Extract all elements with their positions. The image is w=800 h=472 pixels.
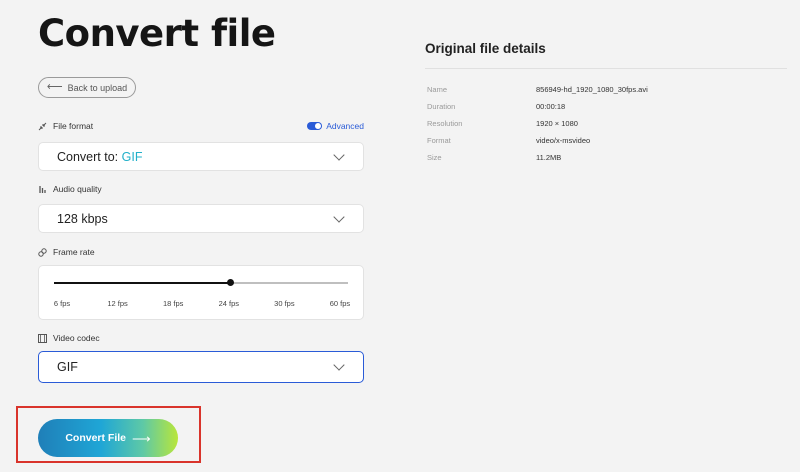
details-value: video/x-msvideo xyxy=(536,136,591,145)
frame-rate-option[interactable]: 24 fps xyxy=(212,299,246,308)
link-icon xyxy=(38,247,47,257)
details-key: Size xyxy=(427,153,442,162)
advanced-toggle-group[interactable]: Advanced xyxy=(307,121,364,131)
file-format-label-group: File format xyxy=(38,121,93,131)
details-value: 1920 × 1080 xyxy=(536,119,578,128)
equalizer-icon xyxy=(38,185,47,194)
details-key: Format xyxy=(427,136,451,145)
compress-arrows-icon xyxy=(38,122,47,131)
chevron-down-icon xyxy=(333,210,345,223)
frame-rate-label-group: Frame rate xyxy=(38,247,95,257)
chevron-down-icon xyxy=(333,148,345,161)
frame-rate-option[interactable]: 6 fps xyxy=(45,299,79,308)
details-table: Name 856949-hd_1920_1080_30fps.avi Duratio… xyxy=(427,81,648,166)
details-row: Duration 00:00:18 xyxy=(427,98,648,115)
file-format-select[interactable]: Convert to: GIF xyxy=(38,142,364,171)
details-row: Name 856949-hd_1920_1080_30fps.avi xyxy=(427,81,648,98)
details-key: Duration xyxy=(427,102,456,111)
frame-rate-label: Frame rate xyxy=(53,247,95,257)
details-row: Size 11.2MB xyxy=(427,149,648,166)
details-title: Original file details xyxy=(425,41,546,56)
convert-to-value: GIF xyxy=(121,149,143,164)
details-key: Name xyxy=(427,85,448,94)
file-format-label: File format xyxy=(53,121,94,131)
frame-rate-option[interactable]: 12 fps xyxy=(101,299,135,308)
frame-rate-slider[interactable] xyxy=(54,279,348,286)
arrow-right-icon: ⟶ xyxy=(132,430,151,446)
convert-to-prefix: Convert to: xyxy=(57,149,119,164)
video-codec-select[interactable]: GIF xyxy=(38,351,364,383)
audio-quality-select[interactable]: 128 kbps xyxy=(38,204,364,233)
details-value: 00:00:18 xyxy=(536,102,566,111)
advanced-label: Advanced xyxy=(326,121,364,131)
video-codec-value: GIF xyxy=(57,360,78,374)
convert-file-button[interactable]: Convert File ⟶ xyxy=(38,419,178,457)
details-row: Format video/x-msvideo xyxy=(427,132,648,149)
frame-rate-slider-thumb[interactable] xyxy=(226,279,234,286)
frame-rate-slider-fill xyxy=(54,282,231,284)
convert-file-label: Convert File xyxy=(65,432,127,444)
frame-rate-option[interactable]: 30 fps xyxy=(267,299,301,308)
audio-quality-label-group: Audio quality xyxy=(38,184,102,194)
file-format-select-text: Convert to: GIF xyxy=(57,150,142,164)
back-to-upload-label: Back to upload xyxy=(67,82,128,93)
frame-rate-ticks: 6 fps 12 fps 18 fps 24 fps 30 fps 60 fps xyxy=(45,299,357,308)
audio-quality-label: Audio quality xyxy=(53,184,102,194)
audio-quality-value: 128 kbps xyxy=(57,211,108,226)
video-codec-label: Video codec xyxy=(53,333,100,343)
arrow-left-icon: ⟵ xyxy=(46,81,63,93)
chevron-down-icon xyxy=(333,359,345,371)
frame-rate-option[interactable]: 18 fps xyxy=(156,299,190,308)
frame-rate-option[interactable]: 60 fps xyxy=(323,299,357,308)
back-to-upload-button[interactable]: ⟵ Back to upload xyxy=(38,77,136,98)
details-row: Resolution 1920 × 1080 xyxy=(427,115,648,132)
video-codec-label-group: Video codec xyxy=(38,333,100,343)
film-icon xyxy=(38,333,47,343)
advanced-toggle[interactable] xyxy=(307,122,323,130)
details-key: Resolution xyxy=(427,119,463,128)
details-value: 856949-hd_1920_1080_30fps.avi xyxy=(536,85,648,94)
details-divider xyxy=(425,68,787,69)
page-title: Convert file xyxy=(38,12,276,55)
details-value: 11.2MB xyxy=(536,153,562,162)
frame-rate-slider-card: 6 fps 12 fps 18 fps 24 fps 30 fps 60 fps xyxy=(38,265,364,320)
